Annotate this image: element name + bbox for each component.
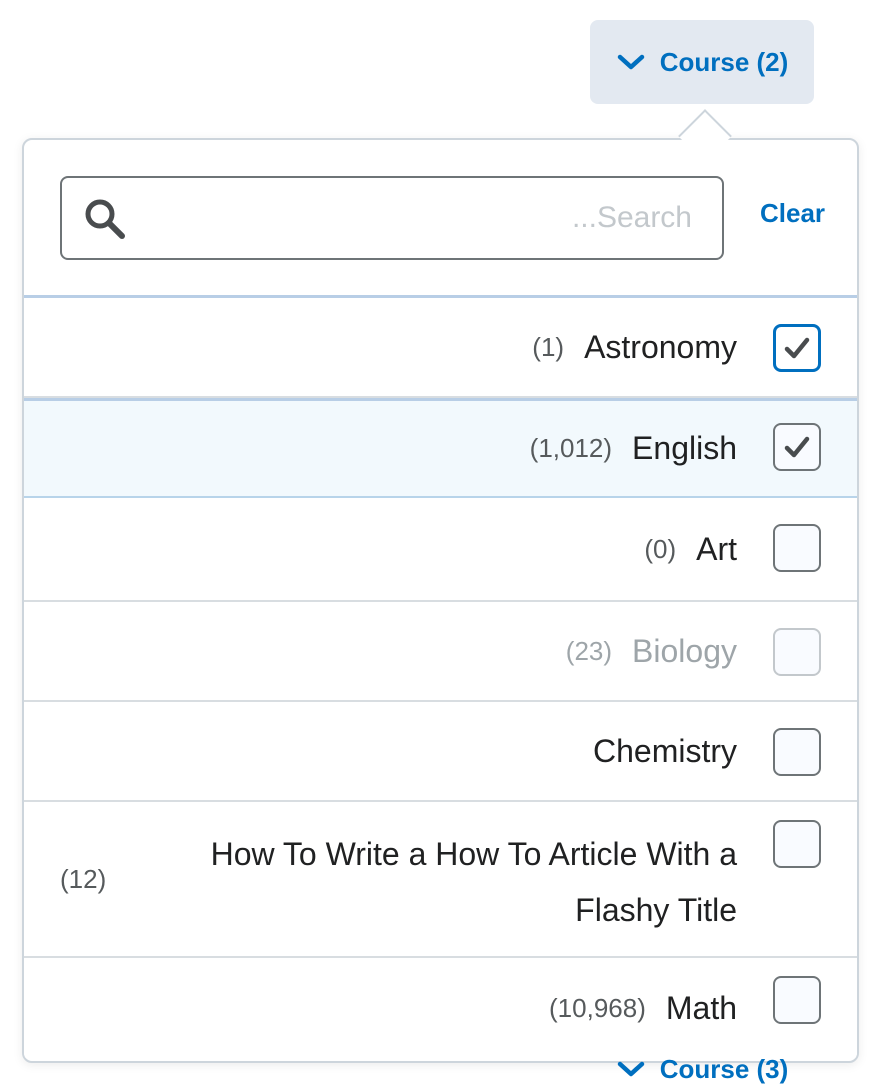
option-count: (12) [60, 863, 107, 894]
option-text: (23) Biology [566, 602, 737, 700]
option-checkbox-art[interactable] [773, 524, 821, 572]
option-row-art[interactable]: (0) Art [24, 498, 857, 602]
course-filter-label: Course (2) [659, 46, 789, 77]
option-label: Art [696, 530, 737, 567]
course-filter-dropdown: Clear (1) Astronomy (1,012) English (0) … [22, 138, 859, 1063]
option-checkbox-english[interactable] [773, 423, 821, 471]
option-row-astronomy[interactable]: (1) Astronomy [24, 298, 857, 398]
option-row-how-to-article[interactable]: (12) How To Write a How To Article With … [24, 802, 857, 958]
check-icon [784, 436, 810, 458]
option-row-english[interactable]: (1,012) English [24, 398, 857, 498]
check-icon [784, 337, 810, 359]
course-filter-label: Course (3) [659, 1054, 789, 1084]
search-field[interactable] [60, 176, 724, 260]
option-row-chemistry[interactable]: Chemistry [24, 702, 857, 802]
option-label: Astronomy [584, 328, 737, 365]
course-filter-button-secondary[interactable]: Course (3) [590, 1040, 814, 1084]
option-row-biology: (23) Biology [24, 602, 857, 702]
option-checkbox-chemistry[interactable] [773, 728, 821, 776]
option-label: Chemistry [592, 732, 737, 769]
option-text: (1) Astronomy [532, 298, 737, 396]
search-area: Clear [24, 140, 857, 298]
option-count: (1,012) [529, 433, 613, 463]
option-checkbox-biology [773, 628, 821, 676]
option-text: (0) Art [644, 498, 737, 600]
chevron-down-icon [616, 47, 646, 77]
option-text: Chemistry [593, 702, 737, 800]
option-label: English [632, 430, 737, 466]
option-count: (1) [532, 331, 565, 362]
option-checkbox-astronomy[interactable] [773, 324, 821, 372]
option-checkbox-math[interactable] [773, 976, 821, 1024]
option-count: (10,968) [549, 992, 646, 1023]
option-label: Biology [632, 632, 737, 669]
option-checkbox-how-to-article[interactable] [773, 820, 821, 868]
chevron-down-icon [616, 1054, 646, 1084]
clear-button[interactable]: Clear [760, 198, 825, 229]
option-text: (1,012) English [530, 401, 737, 496]
option-label: Math [665, 989, 737, 1026]
search-icon [82, 196, 128, 242]
search-input[interactable] [142, 188, 692, 248]
option-label: How To Write a How To Article With a Fla… [210, 836, 737, 928]
course-filter-button[interactable]: Course (2) [590, 20, 814, 104]
option-count: (23) [565, 635, 613, 666]
option-count: (0) [644, 533, 677, 564]
